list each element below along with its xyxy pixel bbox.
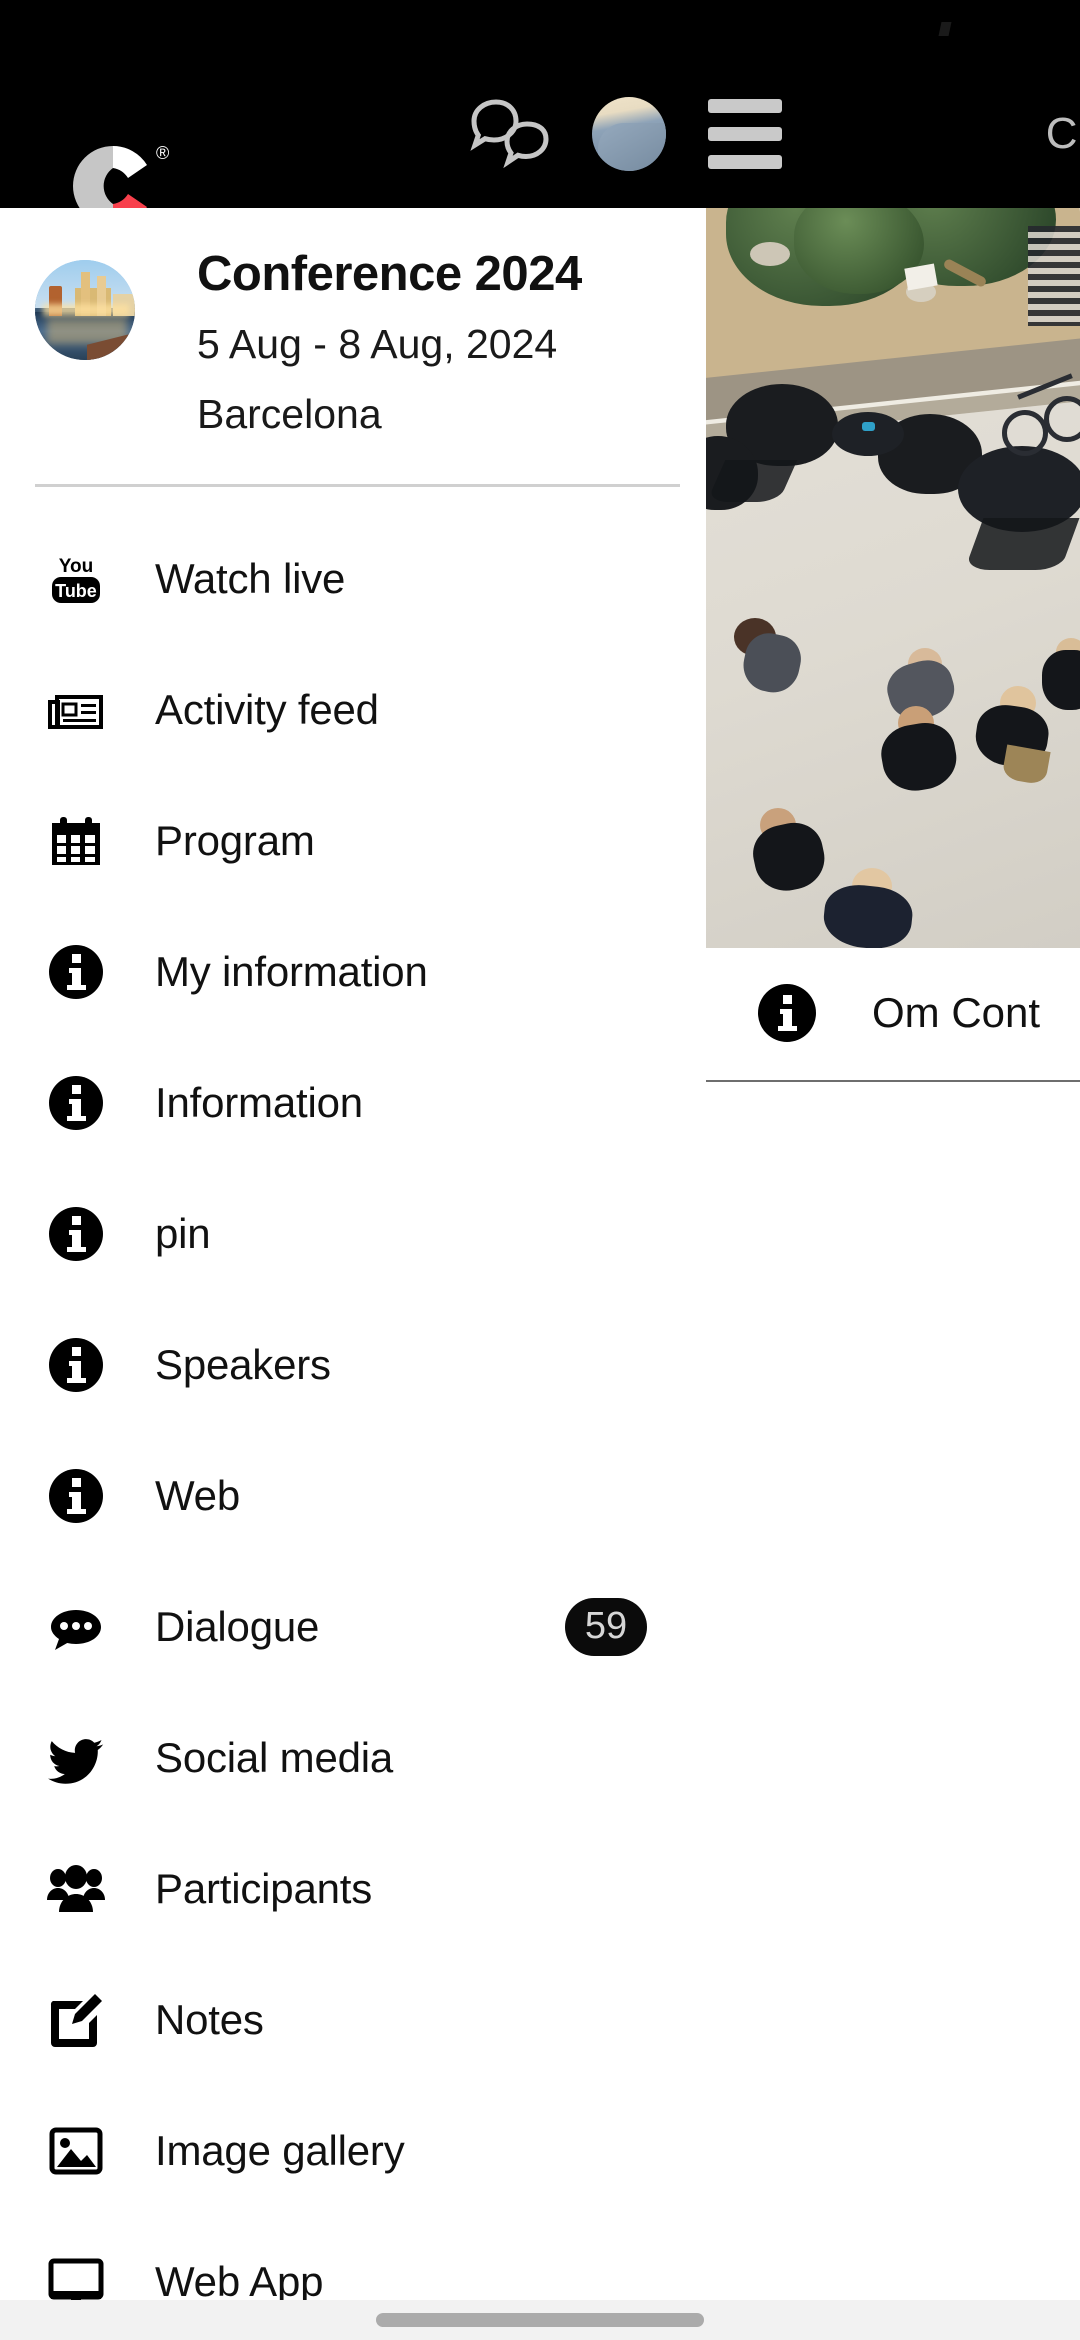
info-circle-icon <box>45 1072 107 1134</box>
hero-image <box>706 208 1080 948</box>
sidebar-item-label: Image gallery <box>155 2126 405 2174</box>
sidebar-item-label: Activity feed <box>155 685 379 733</box>
registered-trademark-icon: ® <box>156 143 170 163</box>
conference-dates: 5 Aug - 8 Aug, 2024 <box>197 321 558 367</box>
twitter-bird-icon <box>45 1727 107 1789</box>
sidebar-item-web[interactable]: Web <box>0 1430 706 1561</box>
sidebar-item-label: Dialogue <box>155 1602 320 1650</box>
sidebar-item-watch-live[interactable]: You Tube Watch live <box>0 513 706 644</box>
sidebar-item-participants[interactable]: Participants <box>0 1823 706 1954</box>
sidebar-item-label: Speakers <box>155 1340 331 1388</box>
status-badge: 59 <box>565 1597 647 1656</box>
sidebar-item-label: Program <box>155 816 315 864</box>
sidebar-item-activity-feed[interactable]: Activity feed <box>0 644 706 775</box>
monitor-icon <box>45 2251 107 2300</box>
info-circle-icon <box>45 941 107 1003</box>
header-action-icons <box>470 60 782 208</box>
sidebar-item-my-information[interactable]: My information <box>0 906 706 1037</box>
users-group-icon <box>45 1858 107 1920</box>
calendar-icon <box>45 810 107 872</box>
info-circle-icon <box>45 1203 107 1265</box>
sidebar-item-label: Social media <box>155 1733 394 1781</box>
sidebar-item-web-app[interactable]: Web App <box>0 2216 706 2300</box>
sidebar-item-pin[interactable]: pin <box>0 1168 706 1299</box>
sidebar-item-notes[interactable]: Notes <box>0 1954 706 2085</box>
sidebar-item-information[interactable]: Information <box>0 1037 706 1168</box>
chat-bubbles-icon[interactable] <box>470 99 550 169</box>
image-icon <box>45 2120 107 2182</box>
youtube-icon: You Tube <box>45 548 107 610</box>
sidebar-divider <box>35 484 680 487</box>
info-circle-icon <box>758 984 820 1042</box>
sidebar-item-program[interactable]: Program <box>0 775 706 906</box>
hamburger-menu-icon[interactable] <box>708 99 782 169</box>
sidebar-menu: You Tube Watch live Activity feed Progra… <box>0 513 706 2300</box>
user-avatar[interactable] <box>592 97 666 171</box>
content-row-om-conference[interactable]: Om Cont <box>706 948 1080 1078</box>
info-circle-icon <box>45 1334 107 1396</box>
sidebar-item-social-media[interactable]: Social media <box>0 1692 706 1823</box>
conference-city: Barcelona <box>197 391 382 437</box>
pencil-square-icon <box>45 1989 107 2051</box>
navigation-drawer: Conference 2024 5 Aug - 8 Aug, 2024 Barc… <box>0 208 706 2300</box>
sidebar-item-image-gallery[interactable]: Image gallery <box>0 2085 706 2216</box>
sidebar-item-label: Information <box>155 1078 363 1126</box>
svg-text:Tube: Tube <box>55 581 97 601</box>
system-navigation-bar <box>0 2300 1080 2340</box>
sidebar-item-speakers[interactable]: Speakers <box>0 1299 706 1430</box>
sidebar-item-label: Web App <box>155 2257 324 2301</box>
content-divider <box>706 1080 1080 1082</box>
newspaper-icon <box>45 679 107 741</box>
content-panel: Om Cont <box>706 208 1080 2300</box>
conference-title: Conference 2024 <box>197 247 582 301</box>
status-bar <box>0 0 1080 60</box>
header-truncated-title: C <box>1045 109 1078 158</box>
info-circle-icon <box>45 1465 107 1527</box>
app-header-bar: ® C <box>0 60 1080 226</box>
app-root: ® C Om Cont Conference 2024 5 Aug - 8 Au… <box>0 0 1080 2340</box>
svg-text:You: You <box>59 556 93 577</box>
sidebar-item-label: Participants <box>155 1864 373 1912</box>
sidebar-item-label: My information <box>155 947 428 995</box>
home-indicator-pill[interactable] <box>376 2313 704 2327</box>
content-row-label: Om Cont <box>872 989 1041 1036</box>
conference-header[interactable]: Conference 2024 5 Aug - 8 Aug, 2024 Barc… <box>0 208 706 485</box>
chat-dots-icon <box>45 1596 107 1658</box>
sidebar-item-dialogue[interactable]: Dialogue 59 <box>0 1561 706 1692</box>
sidebar-item-label: pin <box>155 1209 211 1257</box>
sidebar-item-label: Notes <box>155 1995 264 2043</box>
sidebar-item-label: Web <box>155 1471 240 1519</box>
conference-city-photo <box>35 260 135 360</box>
status-notch-icon <box>938 22 952 36</box>
sidebar-item-label: Watch live <box>155 554 346 602</box>
